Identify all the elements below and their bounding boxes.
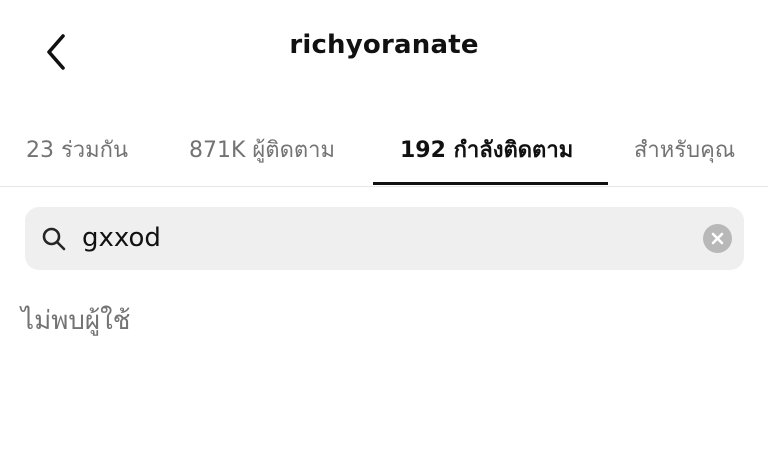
tab-followers[interactable]: 871K ผู้ติดตาม	[189, 132, 335, 167]
clear-icon	[711, 232, 724, 245]
search-bar[interactable]	[25, 207, 744, 270]
header: richyoranate	[0, 0, 768, 104]
search-icon	[42, 227, 66, 251]
tab-following[interactable]: 192 กำลังติดตาม	[400, 132, 573, 167]
tab-bar: 23 ร่วมกัน 871K ผู้ติดตาม 192 กำลังติดตา…	[0, 118, 768, 187]
tab-for-you[interactable]: สำหรับคุณ	[634, 132, 735, 167]
active-tab-indicator	[373, 182, 608, 185]
page-title: richyoranate	[289, 30, 479, 60]
search-input[interactable]	[82, 217, 682, 259]
clear-search-button[interactable]	[703, 224, 732, 253]
tab-mutual[interactable]: 23 ร่วมกัน	[26, 132, 128, 167]
no-users-found-message: ไม่พบผู้ใช้	[21, 306, 131, 336]
